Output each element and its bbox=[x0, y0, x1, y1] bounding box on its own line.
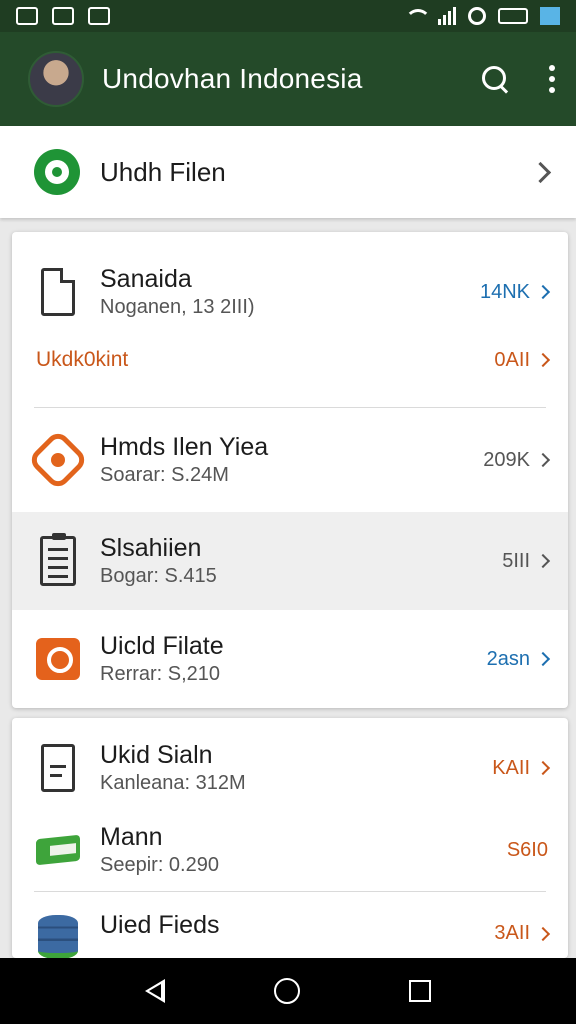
list-item[interactable]: Mann Seepir: 0.290 S6I0 bbox=[12, 810, 568, 890]
status-bar bbox=[0, 0, 576, 32]
item-title: Uied Fieds bbox=[100, 911, 220, 939]
item-subtitle: Kanleana: 312M bbox=[100, 772, 246, 794]
list-item[interactable]: Ukid Sialn Kanleana: 312M KAII bbox=[12, 722, 568, 814]
item-subtitle: Bogar: S.415 bbox=[100, 565, 217, 587]
item-title: Mann bbox=[100, 823, 163, 851]
wifi-icon bbox=[404, 7, 431, 25]
chevron-right-icon bbox=[535, 760, 551, 776]
top-list-item[interactable]: Uhdh Filen bbox=[0, 126, 576, 218]
item-subtitle: Noganen, 13 2III) bbox=[100, 296, 255, 318]
item-title: Slsahiien bbox=[100, 534, 202, 562]
chevron-right-icon bbox=[535, 553, 551, 569]
file-card-2: Ukid Sialn Kanleana: 312M KAII Mann Seep… bbox=[12, 718, 568, 958]
chevron-right-icon bbox=[535, 284, 551, 300]
top-item-label: Uhdh Filen bbox=[100, 156, 226, 187]
signal-icon bbox=[438, 7, 456, 25]
item-title: Hmds Ilen Yiea bbox=[100, 433, 269, 461]
divider bbox=[34, 891, 546, 892]
section-meta: 0AII bbox=[494, 348, 530, 371]
item-title: Uicld Filate bbox=[100, 632, 224, 660]
list-item[interactable]: Hmds Ilen Yiea Soarar: S.24M 209K bbox=[12, 408, 568, 512]
item-size: 209K bbox=[483, 448, 530, 471]
media-icon bbox=[540, 7, 560, 25]
more-options-icon[interactable] bbox=[548, 65, 556, 93]
app-title: Undovhan Indonesia bbox=[102, 63, 363, 94]
chevron-right-icon bbox=[535, 926, 551, 941]
hexagon-icon bbox=[26, 428, 90, 492]
clipboard-icon bbox=[40, 533, 76, 586]
chevron-right-icon bbox=[529, 161, 552, 183]
chevron-right-icon bbox=[535, 651, 551, 667]
item-size: KAII bbox=[492, 756, 530, 779]
item-subtitle: Soarar: S.24M bbox=[100, 464, 229, 486]
file-card-1: Sanaida Noganen, 13 2III) 14NK Ukdk0kint… bbox=[12, 232, 568, 708]
chevron-right-icon bbox=[535, 452, 551, 468]
database-icon bbox=[38, 915, 78, 958]
app-bar: Undovhan Indonesia bbox=[0, 32, 576, 126]
alarm-icon bbox=[468, 7, 486, 25]
document-icon bbox=[41, 268, 75, 316]
image-notification-icon bbox=[16, 7, 38, 25]
app-notification-icon bbox=[52, 7, 74, 25]
list-item[interactable]: Sanaida Noganen, 13 2III) 14NK bbox=[12, 242, 568, 342]
item-size: 14NK bbox=[479, 280, 530, 303]
message-notification-icon bbox=[88, 7, 110, 25]
back-icon[interactable] bbox=[144, 979, 165, 1003]
item-subtitle: Rerrar: S,210 bbox=[100, 663, 221, 685]
record-icon bbox=[34, 149, 80, 195]
item-size: 5III bbox=[502, 549, 530, 572]
list-item[interactable]: Slsahiien Bogar: S.415 5III bbox=[12, 512, 568, 610]
recent-apps-icon[interactable] bbox=[409, 980, 432, 1002]
camera-icon bbox=[36, 638, 80, 680]
search-icon[interactable] bbox=[480, 64, 510, 94]
list-item[interactable]: Uied Fieds 3AII bbox=[12, 898, 568, 958]
battery-icon bbox=[498, 8, 528, 24]
navigation-bar bbox=[0, 958, 576, 1024]
item-size: S6I0 bbox=[506, 838, 548, 861]
tag-icon bbox=[36, 834, 80, 866]
section-label: Ukdk0kint bbox=[36, 348, 129, 371]
note-icon bbox=[41, 744, 75, 792]
list-item[interactable]: Uicld Filate Rerrar: S,210 2asn bbox=[12, 610, 568, 708]
item-title: Sanaida bbox=[100, 265, 192, 293]
item-subtitle: Seepir: 0.290 bbox=[100, 854, 219, 876]
item-title: Ukid Sialn bbox=[100, 741, 213, 769]
item-size: 2asn bbox=[486, 647, 530, 670]
avatar[interactable] bbox=[28, 51, 84, 107]
section-row[interactable]: Ukdk0kint 0AII bbox=[12, 340, 568, 380]
home-icon[interactable] bbox=[273, 978, 300, 1004]
item-size: 3AII bbox=[494, 922, 530, 944]
chevron-right-icon bbox=[535, 352, 551, 368]
